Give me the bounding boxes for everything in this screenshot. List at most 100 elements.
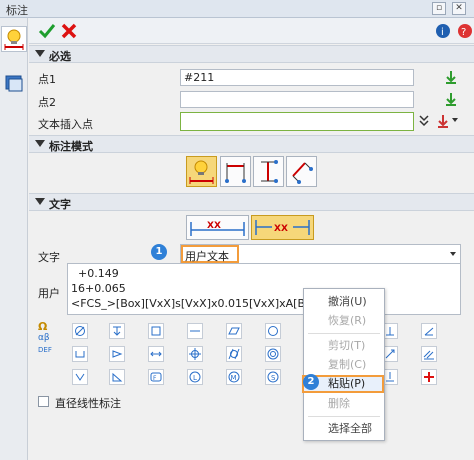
counterbore-icon: [75, 351, 85, 358]
text-inline-button[interactable]: XX: [251, 215, 314, 240]
text-above-label: XX: [207, 221, 221, 231]
square-icon: [151, 326, 161, 336]
diameter-linear-label: 直径线性标注: [55, 397, 121, 410]
total-runout-symbol-button[interactable]: [421, 346, 437, 362]
help-icon: ?: [458, 24, 472, 38]
dropdown-arrow-icon[interactable]: [452, 118, 458, 122]
view-tab[interactable]: [1, 70, 27, 96]
check-icon: [38, 24, 56, 39]
dimension-arrow-symbol-button[interactable]: [148, 346, 164, 362]
mmc-symbol-button[interactable]: M: [226, 369, 242, 385]
countersink-icon: [75, 373, 85, 381]
flatness-symbol-button[interactable]: [226, 323, 242, 339]
circularity-symbol-button[interactable]: [265, 323, 281, 339]
user-text-area[interactable]: +0.149 16+0.065 <FCS_>[Box][VxX]s[VxX]x0…: [67, 263, 461, 315]
menu-item-cut[interactable]: 剪切(T): [304, 337, 384, 355]
ab-icon[interactable]: αβ: [38, 333, 54, 347]
text-type-value: 用户文本: [181, 245, 239, 263]
step-badge-1: 1: [151, 244, 167, 260]
text-above-button[interactable]: XX: [186, 215, 249, 240]
help-button[interactable]: ?: [455, 21, 474, 41]
diameter-linear-checkbox[interactable]: [38, 396, 49, 407]
context-menu: 撤消(U) 恢复(R) 剪切(T) 复制(C) 粘贴(P) 删除 选择全部: [302, 288, 385, 441]
rfs-symbol-button[interactable]: S: [265, 369, 281, 385]
free-state-symbol-button[interactable]: F: [148, 369, 164, 385]
lmc-icon: L: [189, 371, 201, 383]
select-arrow-icon: [450, 252, 456, 256]
section-required[interactable]: 必选: [29, 45, 474, 63]
straightness-symbol-button[interactable]: [187, 323, 203, 339]
ok-button[interactable]: [37, 21, 57, 41]
red-arrow-icon: [438, 115, 448, 128]
point1-label: 点1: [38, 73, 56, 86]
horizontal-dimension-icon: [225, 163, 246, 183]
menu-item-delete[interactable]: 删除: [304, 395, 384, 413]
point1-field[interactable]: #211: [180, 69, 414, 86]
total-runout-icon: [423, 350, 434, 360]
taper-symbol-button[interactable]: [109, 369, 125, 385]
text-inline-label: XX: [274, 224, 288, 234]
point2-label: 点2: [38, 96, 56, 109]
omega-icon[interactable]: Ω: [38, 320, 54, 334]
toolbar: i ?: [29, 18, 474, 44]
red-x-icon: [61, 23, 77, 39]
diameter-symbol-button[interactable]: [72, 323, 88, 339]
user-line-3: <FCS_>[Box][VxX]s[VxX]x0.015[VxX]xA[Box]: [71, 297, 323, 310]
svg-text:M: M: [231, 374, 237, 382]
depth-icon: [113, 326, 121, 336]
lmc-symbol-button[interactable]: L: [187, 369, 203, 385]
cancel-button[interactable]: [59, 21, 79, 41]
position-symbol-button[interactable]: [187, 346, 203, 362]
abc-def-icon[interactable]: DEF: [38, 346, 54, 358]
collapse-arrow-icon: [35, 140, 45, 147]
info-button[interactable]: i: [433, 21, 453, 41]
mode-aligned-button[interactable]: [286, 156, 317, 187]
insert-point-field[interactable]: [180, 112, 414, 131]
counterbore-symbol-button[interactable]: [72, 346, 88, 362]
section-mode[interactable]: 标注模式: [29, 135, 474, 153]
mmc-icon: M: [228, 371, 240, 383]
plus-symbol-button[interactable]: [421, 369, 437, 385]
lightbulb-dimension-icon: [189, 160, 214, 184]
countersink-symbol-button[interactable]: [72, 369, 88, 385]
section-text-title: 文字: [49, 198, 71, 211]
restore-button[interactable]: ▫: [432, 2, 446, 15]
mode-linear-button[interactable]: [186, 156, 217, 187]
book-icon: [5, 75, 23, 92]
text-type-select[interactable]: 用户文本: [180, 244, 461, 264]
symbol-palette: F L M S: [60, 321, 460, 389]
slope-symbol-button[interactable]: [109, 346, 125, 362]
cylindricity-symbol-button[interactable]: [226, 346, 242, 362]
point2-pick-button[interactable]: [444, 92, 458, 107]
mode-horizontal-button[interactable]: [220, 156, 251, 187]
straightness-icon: [190, 330, 200, 332]
menu-item-undo[interactable]: 撤消(U): [304, 293, 384, 311]
taper-icon: [112, 372, 123, 382]
section-text[interactable]: 文字: [29, 193, 474, 211]
concentricity-symbol-button[interactable]: [265, 346, 281, 362]
angularity-symbol-button[interactable]: [421, 323, 437, 339]
close-window-button[interactable]: ✕: [452, 2, 466, 15]
mode-vertical-button[interactable]: [253, 156, 284, 187]
menu-item-redo[interactable]: 恢复(R): [304, 312, 384, 330]
point1-pick-button[interactable]: [444, 70, 458, 85]
point2-field[interactable]: [180, 91, 414, 108]
depth-symbol-button[interactable]: [109, 323, 125, 339]
concentric-icon: [267, 348, 279, 360]
red-plus-icon: [424, 372, 434, 382]
menu-item-copy[interactable]: 复制(C): [304, 356, 384, 374]
angularity-icon: [424, 327, 434, 336]
perpendicular-icon: [386, 327, 394, 336]
flatness-icon: [228, 327, 240, 335]
text-inline-icon: XX: [255, 220, 310, 235]
free-state-icon: F: [150, 372, 162, 382]
square-symbol-button[interactable]: [148, 323, 164, 339]
insert-point-pick-button[interactable]: [436, 114, 450, 129]
menu-separator: [308, 333, 380, 334]
double-chevron-button[interactable]: [418, 114, 430, 128]
info-icon: i: [436, 24, 450, 38]
position-icon: [189, 348, 201, 360]
dimension-tab[interactable]: [1, 26, 27, 52]
menu-item-select-all[interactable]: 选择全部: [304, 420, 384, 438]
slope-icon: [112, 350, 123, 358]
